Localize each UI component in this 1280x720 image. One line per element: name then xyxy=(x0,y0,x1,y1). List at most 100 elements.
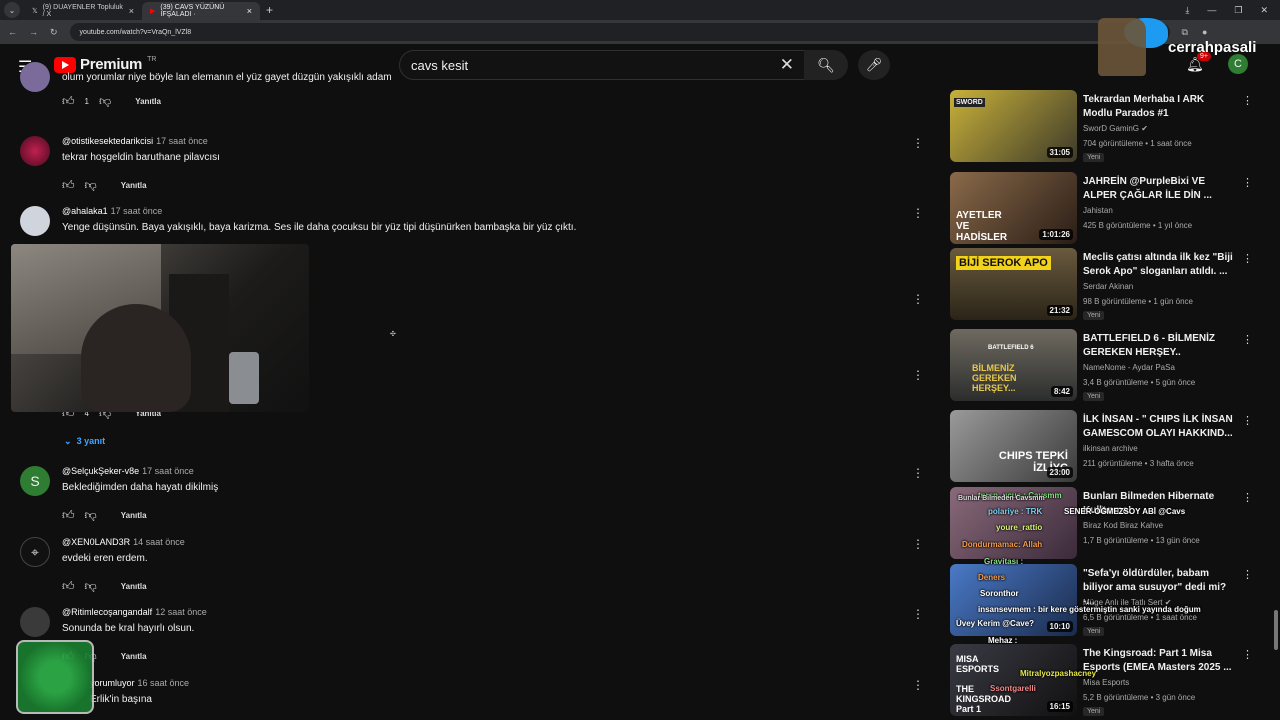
like-icon[interactable]: 👍︎ xyxy=(62,579,75,594)
more-options-icon[interactable]: ⋮ xyxy=(1242,568,1253,581)
more-options-icon[interactable]: ⋮ xyxy=(1242,333,1253,346)
tab-search-icon[interactable]: ⌄ xyxy=(4,2,20,18)
comment-time[interactable]: 17 saat önce xyxy=(111,206,163,216)
more-options-icon[interactable]: ⋮ xyxy=(912,607,924,621)
video-title[interactable]: The Kingsroad: Part 1 Misa Esports (EMEA… xyxy=(1083,647,1233,675)
more-options-icon[interactable]: ⋮ xyxy=(912,368,924,382)
video-thumbnail[interactable]: SWORD 31:05 xyxy=(950,90,1077,162)
like-icon[interactable]: 👍︎ xyxy=(62,508,75,523)
comment-time[interactable]: 17 saat önce xyxy=(156,136,208,146)
chat-message: Deners xyxy=(978,573,1006,582)
recommended-video[interactable]: AYETLER VE HADİSLER 1:01:26 JAHREİN @Pur… xyxy=(950,172,1260,244)
comment-avatar[interactable]: S xyxy=(20,466,50,496)
download-icon[interactable]: ⤓ xyxy=(1185,5,1189,16)
video-thumbnail[interactable]: MISA ESPORTS THE KINGSROAD Part 1 16:15 xyxy=(950,644,1077,716)
comment-avatar[interactable] xyxy=(20,206,50,236)
more-options-icon[interactable]: ⋮ xyxy=(912,466,924,480)
view-replies-button[interactable]: ⌄ 3 yanıt xyxy=(64,436,105,447)
video-channel[interactable]: Serdar Akinan xyxy=(1083,282,1133,291)
new-tab-button[interactable]: + xyxy=(266,3,273,17)
dislike-icon[interactable]: 👎︎ xyxy=(99,94,111,109)
comment-author[interactable]: @otistikesektedarikcisi xyxy=(62,136,153,146)
video-channel[interactable]: NameNome - Aydar PaSa xyxy=(1083,363,1175,372)
video-title[interactable]: İLK İNSAN - " CHIPS İLK İNSAN GAMESCOM O… xyxy=(1083,413,1233,441)
reply-button[interactable]: Yanıtla xyxy=(121,511,147,520)
dislike-icon[interactable]: 👎︎ xyxy=(85,579,97,594)
recommended-video[interactable]: SWORD 31:05 Tekrardan Merhaba I ARK Modl… xyxy=(950,90,1260,162)
clear-search-icon[interactable]: ✕ xyxy=(780,55,794,75)
video-channel[interactable]: Jahistan xyxy=(1083,206,1113,215)
page-scrollbar[interactable] xyxy=(1274,610,1278,650)
more-options-icon[interactable]: ⋮ xyxy=(912,292,924,306)
reply-button[interactable]: Yanıtla xyxy=(121,652,147,661)
video-thumbnail[interactable]: BATTLEFIELD 6 BİLMENİZ GEREKEN HERŞEY...… xyxy=(950,329,1077,401)
comment-author[interactable]: @Ritimlecoşangandalf xyxy=(62,607,152,617)
like-count: 1 xyxy=(84,97,89,106)
video-thumbnail[interactable]: CHIPS TEPKİ İZLİYC 23:00 xyxy=(950,410,1077,482)
video-channel[interactable]: Misa Esports xyxy=(1083,678,1129,687)
recommended-video[interactable]: BATTLEFIELD 6 BİLMENİZ GEREKEN HERŞEY...… xyxy=(950,329,1260,401)
comment-avatar[interactable] xyxy=(20,136,50,166)
comment-avatar[interactable]: ⌖ xyxy=(20,537,50,567)
reply-button[interactable]: Yanıtla xyxy=(121,181,147,190)
voice-search-button[interactable]: 🎤︎ xyxy=(858,50,890,80)
video-title[interactable]: Tekrardan Merhaba I ARK Modlu Parados #1 xyxy=(1083,93,1233,121)
video-channel[interactable]: SworD GaminG xyxy=(1083,124,1139,133)
more-options-icon[interactable]: ⋮ xyxy=(1242,94,1253,107)
tab-x-duayenler[interactable]: 𝕏 (9) DUAYENLER Topluluk / X × xyxy=(24,2,142,20)
comment-author[interactable]: yorumluyor xyxy=(90,678,135,688)
more-options-icon[interactable]: ⋮ xyxy=(1242,176,1253,189)
comment-time[interactable]: 17 saat önce xyxy=(142,466,194,476)
comment-author[interactable]: @ahalaka1 xyxy=(62,206,108,216)
video-thumbnail[interactable]: AYETLER VE HADİSLER 1:01:26 xyxy=(950,172,1077,244)
video-channel[interactable]: Biraz Kod Biraz Kahve xyxy=(1083,521,1163,530)
more-options-icon[interactable]: ⋮ xyxy=(912,678,924,692)
browser-tabbar: ⌄ 𝕏 (9) DUAYENLER Topluluk / X × ▶ (39) … xyxy=(0,0,1280,20)
comment-time[interactable]: 14 saat önce xyxy=(133,537,185,547)
video-thumbnail[interactable]: BİJİ SEROK APO 21:32 xyxy=(950,248,1077,320)
more-options-icon[interactable]: ⋮ xyxy=(912,136,924,150)
recommended-video[interactable]: BİJİ SEROK APO 21:32 Meclis çatısı altın… xyxy=(950,248,1260,320)
maximize-button[interactable]: ❐ xyxy=(1234,5,1242,16)
youtube-premium-logo[interactable]: Premium TR xyxy=(54,56,156,73)
reply-button[interactable]: Yanıtla xyxy=(121,582,147,591)
forward-icon[interactable]: → xyxy=(29,27,38,37)
more-options-icon[interactable]: ⋮ xyxy=(1242,252,1253,265)
like-icon[interactable]: 👍︎ xyxy=(62,94,75,109)
comment-avatar[interactable] xyxy=(20,62,50,92)
more-options-icon[interactable]: ⋮ xyxy=(1242,491,1253,504)
comment-avatar[interactable] xyxy=(20,607,50,637)
close-window-button[interactable]: ✕ xyxy=(1260,5,1268,16)
dislike-icon[interactable]: 👎︎ xyxy=(85,178,97,193)
chat-message: Mitralyozpashacney xyxy=(1020,669,1097,678)
search-input[interactable]: cavs kesit ✕ xyxy=(399,50,805,80)
comment-time[interactable]: 12 saat önce xyxy=(155,607,207,617)
more-options-icon[interactable]: ⋮ xyxy=(912,537,924,551)
video-title[interactable]: BATTLEFIELD 6 - BİLMENİZ GEREKEN HERŞEY.… xyxy=(1083,332,1233,360)
more-options-icon[interactable]: ⋮ xyxy=(912,206,924,220)
comment-author[interactable]: @XEN0LAND3R xyxy=(62,537,130,547)
more-options-icon[interactable]: ⋮ xyxy=(1242,648,1253,661)
reply-button[interactable]: Yanıtla xyxy=(135,97,161,106)
recommended-video[interactable]: MISA ESPORTS THE KINGSROAD Part 1 16:15 … xyxy=(950,644,1260,716)
search-button[interactable]: 🔍︎ xyxy=(804,50,848,80)
recommended-video[interactable]: CHIPS TEPKİ İZLİYC 23:00 İLK İNSAN - " C… xyxy=(950,410,1260,482)
video-duration: 1:01:26 xyxy=(1039,229,1073,240)
video-channel[interactable]: ilkinsan archive xyxy=(1083,444,1138,453)
back-icon[interactable]: ← xyxy=(8,27,17,37)
comment-time[interactable]: 16 saat önce xyxy=(138,678,190,688)
comment-text: evdeki eren erdem. xyxy=(62,553,148,564)
video-title[interactable]: Meclis çatısı altında ilk kez "Biji Sero… xyxy=(1083,251,1233,279)
close-tab-icon[interactable]: × xyxy=(129,6,134,16)
more-options-icon[interactable]: ⋮ xyxy=(1242,414,1253,427)
like-icon[interactable]: 👍︎ xyxy=(62,178,75,193)
dislike-icon[interactable]: 👎︎ xyxy=(85,508,97,523)
search-icon: 🔍︎ xyxy=(817,56,835,73)
video-title[interactable]: JAHREİN @PurpleBixi VE ALPER ÇAĞLAR İLE … xyxy=(1083,175,1233,203)
reload-icon[interactable]: ↻ xyxy=(50,27,58,38)
close-tab-icon[interactable]: × xyxy=(247,6,252,16)
tab-youtube-video[interactable]: ▶ (39) CAVS YÜZÜNÜ İFŞALADI · × xyxy=(142,2,260,20)
minimize-button[interactable]: — xyxy=(1207,5,1216,16)
comment-author[interactable]: @SelçukŞeker-v8e xyxy=(62,466,139,476)
url-field[interactable]: youtube.com/watch?v=VraQn_lVZl8 xyxy=(69,23,1170,41)
